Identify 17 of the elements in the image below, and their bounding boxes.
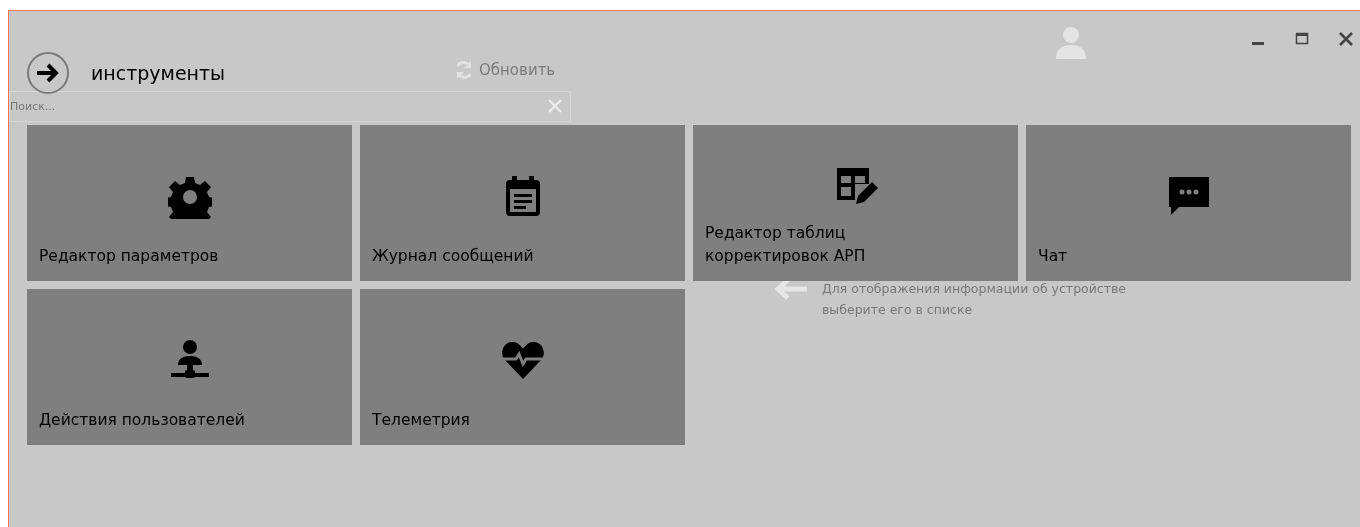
panel-title: инструменты (91, 60, 226, 86)
gear-icon (167, 175, 212, 219)
tool-tile[interactable]: Действия пользователей (27, 289, 352, 445)
close-icon (1338, 31, 1354, 47)
tool-tile[interactable]: Редактор таблиц корректировок АРП (693, 125, 1018, 281)
arrow-right-icon (35, 62, 61, 84)
refresh-icon (454, 60, 474, 81)
search-field[interactable]: Поиск... (9, 91, 571, 122)
minimize-icon (1252, 42, 1264, 45)
tool-tile[interactable]: Чат (1026, 125, 1351, 281)
hint-text: Для отображения информации об устройстве выберите его в списке (822, 280, 1128, 319)
arrow-left-icon (774, 278, 808, 300)
tool-tile[interactable]: Журнал сообщений (360, 125, 685, 281)
tool-tile[interactable]: Редактор параметров (27, 125, 352, 281)
back-button[interactable] (27, 52, 69, 94)
maximize-icon (1294, 31, 1310, 47)
tool-tile[interactable]: Телеметрия (360, 289, 685, 445)
